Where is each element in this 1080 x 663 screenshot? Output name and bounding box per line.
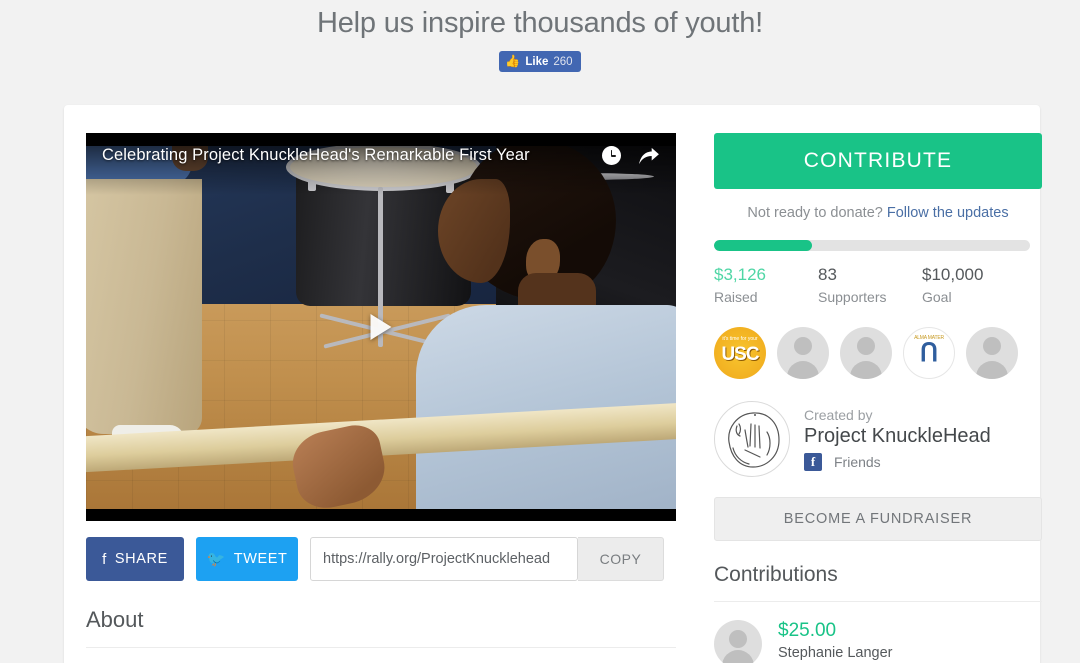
contribution-details: $25.00 Stephanie Langer 4 years ago (778, 620, 893, 663)
avatar-text: ᑎ (919, 339, 939, 367)
crowdfunding-campaign-page: Help us inspire thousands of youth! 👍 Li… (0, 0, 1080, 663)
creator-relation-row: f Friends (804, 453, 991, 471)
thumbs-up-icon: 👍 (505, 53, 521, 68)
stat-label: Raised (714, 289, 758, 305)
fist-sketch-icon (714, 401, 790, 477)
facebook-share-button[interactable]: f SHARE (86, 537, 184, 581)
video-title: Celebrating Project KnuckleHead's Remark… (102, 146, 530, 164)
stat-value: 83 (818, 265, 837, 284)
supporter-avatar-usc[interactable]: it's time for your USC (714, 327, 766, 379)
share-row: f SHARE 🐦 TWEET COPY (86, 537, 676, 581)
follow-prefix-label: Not ready to donate? (747, 205, 883, 221)
left-column: Celebrating Project KnuckleHead's Remark… (86, 133, 676, 663)
twitter-tweet-button[interactable]: 🐦 TWEET (196, 537, 298, 581)
campaign-card: Celebrating Project KnuckleHead's Remark… (64, 105, 1042, 663)
about-heading: About (86, 607, 144, 632)
twitter-bird-icon: 🐦 (206, 551, 226, 568)
card-content: Celebrating Project KnuckleHead's Remark… (64, 105, 1042, 663)
supporter-avatar-nu[interactable]: ALMA MATER ᑎ (903, 327, 955, 379)
supporter-avatars: it's time for your USC ALMA MATER ᑎ (714, 327, 1042, 379)
follow-updates-link[interactable]: Follow the updates (887, 205, 1009, 221)
follow-updates-row: Not ready to donate? Follow the updates (714, 205, 1042, 221)
supporter-avatar-default[interactable] (966, 327, 1018, 379)
created-by-label: Created by (804, 407, 873, 423)
avatar-top-text: it's time for your (722, 336, 758, 342)
creator-relation-label: Friends (834, 454, 881, 470)
creator-info: Created by Project KnuckleHead f Friends (804, 407, 991, 471)
avatar-text: USC (721, 344, 759, 365)
contributor-avatar (714, 620, 762, 663)
stat-goal: $10,000 Goal (922, 265, 1026, 305)
share-arrow-icon[interactable] (638, 147, 660, 165)
contribute-button[interactable]: CONTRIBUTE (714, 133, 1042, 189)
become-fundraiser-button[interactable]: BECOME A FUNDRAISER (714, 497, 1042, 541)
contributions-divider (714, 601, 1042, 602)
social-like-row: 👍 Like 260 (0, 51, 1080, 72)
facebook-icon: f (804, 453, 822, 471)
stat-value: $10,000 (922, 265, 984, 284)
play-icon[interactable] (370, 314, 392, 340)
copy-button[interactable]: COPY (578, 537, 664, 581)
creator-name: Project KnuckleHead (804, 425, 991, 447)
supporter-avatar-default[interactable] (840, 327, 892, 379)
video-letterbox-bottom (86, 509, 676, 521)
stat-supporters: 83 Supporters (818, 265, 922, 305)
facebook-share-label: SHARE (114, 551, 168, 567)
contribution-list-item: $25.00 Stephanie Langer 4 years ago (714, 620, 1042, 663)
funding-progress-bar (714, 240, 1030, 251)
facebook-icon: f (102, 550, 107, 568)
stat-label: Supporters (818, 289, 887, 305)
funding-stats: $3,126 Raised 83 Supporters $10,000 Goal (714, 265, 1042, 305)
clock-icon[interactable] (602, 146, 621, 165)
sidebar: CONTRIBUTE Not ready to donate? Follow t… (714, 133, 1042, 663)
stat-label: Goal (922, 289, 952, 305)
about-divider (86, 647, 676, 648)
facebook-like-button[interactable]: 👍 Like 260 (499, 51, 581, 72)
funding-progress-fill (714, 240, 812, 251)
contribution-amount: $25.00 (778, 620, 837, 641)
creator-row[interactable]: Created by Project KnuckleHead f Friends (714, 401, 1042, 477)
video-player[interactable]: Celebrating Project KnuckleHead's Remark… (86, 133, 676, 521)
stat-value: $3,126 (714, 265, 766, 284)
contributor-name: Stephanie Langer (778, 645, 893, 661)
scene-standing-person-pants (86, 179, 202, 434)
video-action-icons (602, 146, 660, 165)
page-title: Help us inspire thousands of youth! (317, 7, 763, 39)
stat-raised: $3,126 Raised (714, 265, 818, 305)
facebook-like-label: Like (525, 55, 549, 68)
facebook-like-count: 260 (553, 55, 573, 68)
supporter-avatar-default[interactable] (777, 327, 829, 379)
contributions-heading: Contributions (714, 563, 838, 586)
share-url-input[interactable] (310, 537, 578, 581)
twitter-tweet-label: TWEET (233, 551, 288, 567)
